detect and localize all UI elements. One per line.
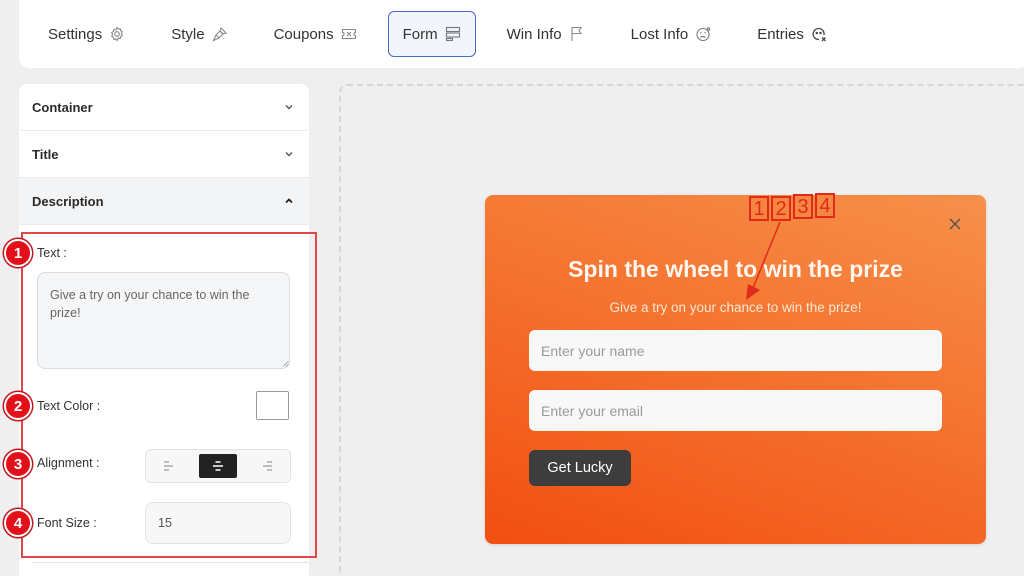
annotation-badge: 3 bbox=[4, 450, 32, 478]
tab-win-info[interactable]: Win Info bbox=[492, 11, 600, 57]
get-lucky-button[interactable]: Get Lucky bbox=[529, 450, 631, 486]
accordion-description[interactable]: Description bbox=[19, 178, 309, 225]
email-input[interactable] bbox=[529, 390, 942, 431]
tab-label: Win Info bbox=[506, 25, 562, 43]
align-center-button[interactable] bbox=[199, 454, 237, 478]
ticket-icon bbox=[341, 26, 357, 42]
tab-label: Coupons bbox=[273, 25, 334, 43]
tab-label: Style bbox=[171, 25, 205, 43]
tab-style[interactable]: Style bbox=[156, 11, 242, 57]
align-right-icon bbox=[263, 461, 272, 471]
flag-icon bbox=[569, 26, 585, 42]
align-center-icon bbox=[213, 461, 223, 471]
tab-coupons[interactable]: Coupons bbox=[259, 11, 372, 57]
alignment-label: Alignment : bbox=[37, 456, 100, 470]
panel-next-section bbox=[31, 562, 309, 576]
text-label: Text : bbox=[37, 246, 67, 260]
tab-label: Settings bbox=[48, 25, 103, 43]
accordion-title[interactable]: Title bbox=[19, 131, 309, 178]
annotation-badge: 2 bbox=[4, 392, 32, 420]
accordion-label: Description bbox=[32, 193, 104, 209]
sad-face-icon bbox=[695, 26, 711, 42]
chevron-up-icon bbox=[285, 198, 293, 204]
text-color-label: Text Color : bbox=[37, 399, 101, 413]
chevron-down-icon bbox=[285, 105, 293, 110]
accordion-label: Title bbox=[32, 146, 59, 162]
gear-icon bbox=[109, 26, 125, 42]
tab-entries[interactable]: Entries bbox=[742, 11, 842, 57]
tab-form[interactable]: Form bbox=[387, 11, 476, 57]
annotation-marker: 1 bbox=[749, 196, 769, 221]
text-color-swatch[interactable] bbox=[256, 391, 289, 420]
tab-label: Lost Info bbox=[630, 25, 689, 43]
accordion-label: Container bbox=[32, 99, 93, 115]
top-nav: Settings Style Coupons Form Win Info Los… bbox=[19, 0, 1024, 68]
alignment-control bbox=[145, 449, 291, 483]
chevron-down-icon bbox=[285, 152, 293, 157]
annotation-marker: 3 bbox=[793, 194, 813, 219]
name-input[interactable] bbox=[529, 330, 942, 371]
close-icon[interactable] bbox=[948, 217, 962, 231]
annotation-marker: 2 bbox=[771, 196, 791, 221]
form-rows-icon bbox=[445, 26, 461, 42]
align-left-icon bbox=[164, 461, 173, 471]
user-search-icon bbox=[811, 26, 827, 42]
description-text-input[interactable]: Give a try on your chance to win the pri… bbox=[37, 272, 290, 369]
annotation-badge: 4 bbox=[4, 509, 32, 537]
tab-settings[interactable]: Settings bbox=[33, 11, 140, 57]
popup-description: Give a try on your chance to win the pri… bbox=[609, 300, 862, 315]
font-size-label: Font Size : bbox=[37, 516, 97, 530]
tab-lost-info[interactable]: Lost Info bbox=[616, 11, 727, 57]
annotation-marker: 4 bbox=[815, 193, 835, 218]
popup-title: Spin the wheel to win the prize bbox=[568, 256, 903, 282]
description-body: Text : Give a try on your chance to win … bbox=[19, 225, 309, 565]
brush-icon bbox=[211, 26, 228, 42]
annotation-badge: 1 bbox=[4, 239, 32, 267]
tab-label: Form bbox=[402, 25, 438, 43]
tab-label: Entries bbox=[757, 25, 804, 43]
align-left-button[interactable] bbox=[150, 454, 188, 478]
popup-preview: Spin the wheel to win the prize Give a t… bbox=[485, 195, 986, 544]
accordion-container[interactable]: Container bbox=[19, 84, 309, 131]
align-right-button[interactable] bbox=[248, 454, 286, 478]
resize-grip-icon[interactable] bbox=[282, 360, 289, 367]
font-size-input[interactable] bbox=[145, 502, 291, 544]
